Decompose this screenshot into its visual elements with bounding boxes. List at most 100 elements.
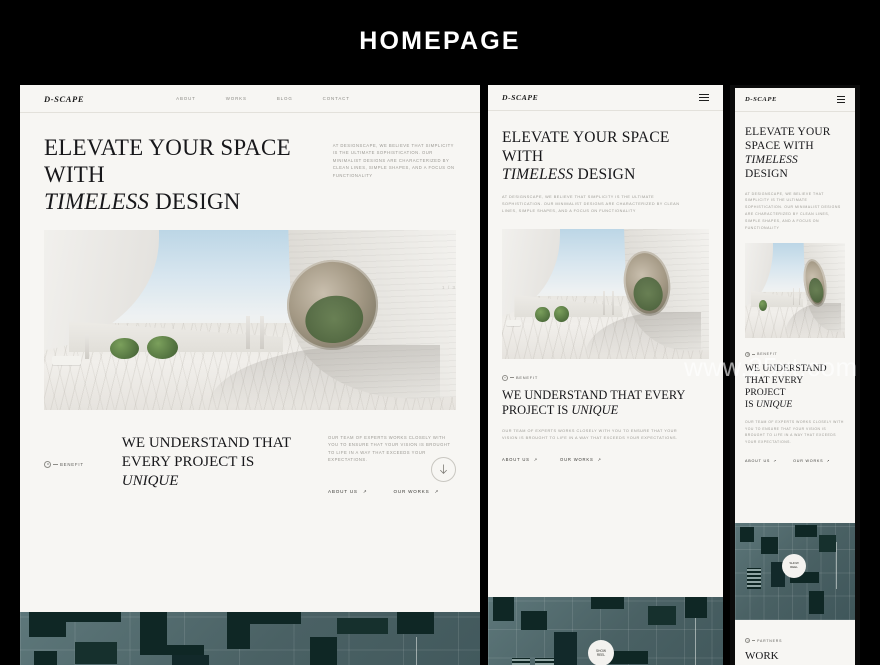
- nav-item-about[interactable]: ABOUT: [176, 96, 196, 101]
- tablet-site-header: D-SCAPE: [488, 85, 723, 111]
- hero-paragraph: AT DESIGNSCAPE, WE BELIEVE THAT SIMPLICI…: [332, 143, 455, 178]
- our-works-link[interactable]: OUR WORKS ↗: [560, 457, 602, 462]
- logo[interactable]: D-SCAPE: [745, 96, 777, 103]
- desktop-mockup: D-SCAPE ABOUT WORKS BLOG CONTACT ELEVATE…: [20, 85, 480, 665]
- arrow-down-icon[interactable]: [431, 457, 456, 482]
- hero-title-tail: DESIGN: [577, 166, 636, 184]
- benefit-title-line1: WE UNDERSTAND: [745, 362, 827, 374]
- benefit-tag: BENEFIT: [745, 351, 845, 357]
- arrow-up-right-icon: ↗: [362, 488, 368, 494]
- hero-image: [745, 242, 845, 338]
- facade-block: [75, 642, 117, 665]
- ring-icon: [502, 374, 508, 381]
- dash-icon: [53, 463, 58, 465]
- dash-icon: [751, 353, 756, 355]
- tablet-benefit-section: BENEFIT WE UNDERSTAND THAT EVERY PROJECT…: [488, 359, 723, 462]
- benefit-title-line3: IS: [745, 399, 754, 411]
- our-works-link[interactable]: OUR WORKS ↗: [793, 459, 830, 463]
- about-us-link-label: ABOUT US: [328, 489, 358, 495]
- hero-image-tree: [109, 337, 139, 360]
- partners-title-line1: WORK: [745, 650, 779, 663]
- our-works-link[interactable]: OUR WORKS ↗: [393, 489, 439, 495]
- hero-image-post: [245, 316, 250, 349]
- facade-block: [397, 612, 434, 635]
- desktop-site-header: D-SCAPE ABOUT WORKS BLOG CONTACT: [20, 85, 480, 113]
- hero-image-post: [799, 288, 801, 306]
- facade-block: [553, 632, 578, 665]
- facade-seam: [694, 618, 696, 665]
- hamburger-icon[interactable]: [699, 93, 709, 102]
- facade-louver: [511, 658, 531, 665]
- benefit-title: WE UNDERSTAND THAT EVERY PROJECT IS UNIQ…: [122, 434, 308, 495]
- tablet-hero-header: ELEVATE YOUR SPACE WITH TIMELESS DESIGN …: [488, 111, 723, 215]
- hero-image-post: [793, 288, 795, 306]
- benefit-title-line1: WE UNDERSTAND THAT EVERY: [502, 387, 686, 402]
- hero-paragraph: AT DESIGNSCAPE, WE BELIEVE THAT SIMPLICI…: [502, 194, 680, 213]
- about-us-link[interactable]: ABOUT US ↗: [502, 457, 538, 462]
- facade-block: [591, 597, 625, 609]
- benefit-title-italic: UNIQUE: [121, 473, 179, 490]
- hero-title-line1: ELEVATE YOUR SPACE WITH: [44, 135, 291, 187]
- facade-block: [819, 534, 836, 553]
- facade-block: [139, 645, 204, 655]
- facade-seam: [415, 636, 417, 665]
- about-us-link-label: ABOUT US: [745, 458, 771, 463]
- hero-title: ELEVATE YOUR SPACE WITH TIMELESS DESIGN: [502, 129, 709, 185]
- hamburger-bar: [837, 101, 845, 103]
- our-works-link-label: OUR WORKS: [393, 489, 430, 495]
- dash-icon: [510, 377, 514, 379]
- hero-title-italic: TIMELESS: [44, 188, 150, 214]
- hero-image: [502, 228, 709, 359]
- show-reel-button[interactable]: SHOW REEL: [588, 640, 614, 665]
- benefit-links: ABOUT US ↗ OUR WORKS ↗: [745, 459, 845, 463]
- hero-image-tree: [147, 335, 178, 360]
- facade-block: [139, 612, 168, 646]
- facade-block: [761, 536, 779, 555]
- facade-block: [492, 597, 514, 621]
- arrow-up-right-icon: ↗: [597, 457, 602, 463]
- benefit-tag: BENEFIT: [502, 374, 709, 381]
- hero-title-line3: DESIGN: [745, 167, 788, 180]
- benefit-tag: BENEFIT: [44, 434, 84, 495]
- partners-title: WORK WITH PROFESSIO: [745, 650, 845, 665]
- arrow-up-right-icon: ↗: [826, 458, 831, 463]
- hero-title-italic: TIMELESS: [502, 166, 574, 184]
- our-works-link-label: OUR WORKS: [793, 458, 824, 463]
- hamburger-icon[interactable]: [837, 96, 845, 103]
- benefit-title-line2: PROJECT IS: [502, 403, 569, 418]
- benefit-tag-label: BENEFIT: [757, 352, 778, 357]
- showreel-image: [20, 612, 480, 665]
- arrow-up-right-icon: ↗: [434, 488, 440, 494]
- show-reel-line2: REEL: [790, 565, 798, 569]
- facade-seam: [835, 542, 837, 589]
- mobile-site-header: D-SCAPE: [735, 88, 855, 112]
- hero-title: ELEVATE YOUR SPACE WITH TIMELESS DESIGN: [745, 126, 845, 182]
- hero-image-bench: [52, 355, 82, 365]
- logo[interactable]: D-SCAPE: [44, 94, 84, 104]
- benefit-tag-label: BENEFIT: [60, 461, 84, 467]
- benefit-links: ABOUT US ↗ OUR WORKS ↗: [328, 489, 456, 495]
- nav-item-blog[interactable]: BLOG: [277, 96, 293, 101]
- facade-block: [227, 624, 250, 650]
- hero-image: [44, 229, 456, 410]
- nav-item-works[interactable]: WORKS: [226, 96, 247, 101]
- hero-title-tail: DESIGN: [155, 188, 241, 214]
- benefit-title-line2: THAT EVERY PROJECT: [745, 374, 803, 399]
- show-reel-line2: REEL: [596, 653, 606, 657]
- about-us-link[interactable]: ABOUT US ↗: [745, 459, 777, 463]
- ring-icon: [44, 460, 51, 468]
- facade-block: [66, 612, 122, 622]
- logo[interactable]: D-SCAPE: [502, 93, 538, 102]
- arrow-up-right-icon: ↗: [773, 458, 778, 463]
- hero-image-post: [85, 334, 90, 360]
- show-reel-button[interactable]: SHOW REEL: [782, 554, 806, 578]
- facade-block: [520, 611, 547, 631]
- nav-item-contact[interactable]: CONTACT: [323, 96, 350, 101]
- hamburger-bar: [837, 98, 845, 101]
- hero-image-post: [260, 316, 264, 349]
- facade-block: [29, 612, 66, 637]
- our-works-link-label: OUR WORKS: [560, 457, 594, 463]
- benefit-tag-label: BENEFIT: [516, 375, 539, 381]
- partners-tag-label: PARTNERS: [757, 638, 783, 643]
- about-us-link[interactable]: ABOUT US ↗: [328, 489, 367, 495]
